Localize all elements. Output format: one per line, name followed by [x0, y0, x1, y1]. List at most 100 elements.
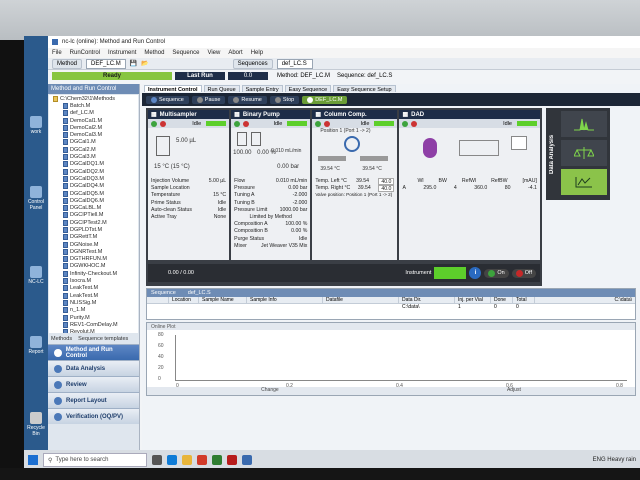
- method-file-item[interactable]: DGTHRFUN.M: [49, 256, 138, 263]
- cell-datafile[interactable]: [323, 304, 399, 311]
- task-view-icon[interactable]: [152, 455, 162, 465]
- method-file-item[interactable]: DGCalDQ2.M: [49, 168, 138, 175]
- view-method-run-control[interactable]: Method and Run Control: [48, 344, 139, 360]
- excel-icon[interactable]: [212, 455, 222, 465]
- tab-methods[interactable]: Methods: [51, 336, 72, 342]
- col-done[interactable]: Done: [491, 297, 513, 303]
- method-file-item[interactable]: DemoCal3.M: [49, 131, 138, 139]
- method-file-item[interactable]: REV1-ComDelay.M: [49, 321, 138, 328]
- plot-area[interactable]: 80 60 40 20 0 0 0.2 0.4 0.6 0.8: [158, 332, 627, 389]
- menu-sequence[interactable]: Sequence: [172, 50, 199, 56]
- method-file-item[interactable]: DemoCal1.M: [49, 117, 138, 124]
- menu-file[interactable]: File: [52, 50, 62, 56]
- method-file-item[interactable]: DGCal2.M: [49, 146, 138, 153]
- col-sample-info[interactable]: Sample Info: [247, 297, 323, 303]
- desktop-icon-control-panel[interactable]: Control Panel: [26, 186, 46, 211]
- edge-icon[interactable]: [167, 455, 177, 465]
- method-file-item[interactable]: Isocra.M: [49, 277, 138, 285]
- view-verification[interactable]: Verification (OQ/PV): [48, 408, 139, 424]
- tab-sequence-templates[interactable]: Sequence templates: [78, 336, 128, 342]
- method-file-item[interactable]: LeakTest.M: [49, 285, 138, 292]
- cell-sample-name[interactable]: [199, 304, 247, 311]
- desktop-icon-recycle-bin[interactable]: Recycle Bin: [26, 412, 46, 437]
- desktop-icon-nclc[interactable]: NC-LC: [26, 266, 46, 285]
- menu-help[interactable]: Help: [251, 50, 263, 56]
- resume-button[interactable]: Resume: [228, 95, 267, 104]
- stop-button[interactable]: Stop: [269, 95, 300, 104]
- method-file-item[interactable]: DGWKHOC.M: [49, 263, 138, 270]
- tab-run-queue[interactable]: Run Queue: [203, 85, 240, 93]
- method-file-item[interactable]: DGRettT.M: [49, 234, 138, 241]
- method-file-item[interactable]: DGCal3.M: [49, 153, 138, 161]
- method-file-item[interactable]: Purity.M: [49, 314, 138, 321]
- sequence-select[interactable]: def_LC.S: [276, 58, 313, 69]
- view-review[interactable]: Review: [48, 376, 139, 392]
- cell-data-dir[interactable]: C:\data\: [399, 304, 455, 311]
- method-file-item[interactable]: NLISSig.M: [49, 299, 138, 306]
- chromatogram-icon[interactable]: [561, 111, 607, 137]
- view-report-layout[interactable]: Report Layout: [48, 392, 139, 408]
- method-file-item[interactable]: DGCIPTiell.M: [49, 212, 138, 219]
- menu-method[interactable]: Method: [144, 50, 164, 56]
- method-file-item[interactable]: DGCIPTest2.M: [49, 219, 138, 226]
- method-file-item[interactable]: LeakTest.M: [49, 292, 138, 299]
- method-file-item[interactable]: DGCalDQ5.M: [49, 190, 138, 197]
- desktop-icon-report[interactable]: Report: [26, 336, 46, 355]
- view-data-analysis[interactable]: Data Analysis: [48, 360, 139, 376]
- openlab-icon[interactable]: [242, 455, 252, 465]
- module-multisampler[interactable]: ▦ Multisampler Idle 5.00 µL 15 °C (15 °C)…: [148, 110, 230, 260]
- module-binary-pump[interactable]: ▦ Binary Pump Idle 100.00 0.00 % 0.010 mL…: [231, 110, 311, 260]
- power-on-button[interactable]: On: [484, 268, 509, 278]
- method-file-item[interactable]: Batch.M: [49, 102, 138, 109]
- method-file-item[interactable]: DGCalDQ3.M: [49, 175, 138, 182]
- menu-instrument[interactable]: Instrument: [108, 50, 136, 56]
- method-file-item[interactable]: DGCal1.M: [49, 139, 138, 146]
- method-file-item[interactable]: Revolut.M: [49, 329, 138, 333]
- method-file-item[interactable]: DGCaLBL.M: [49, 204, 138, 212]
- tab-easy-sequence[interactable]: Easy Sequence: [284, 85, 332, 93]
- method-file-item[interactable]: DGNRTest.M: [49, 248, 138, 255]
- menu-view[interactable]: View: [207, 50, 220, 56]
- run-method-button[interactable]: DEF_LC.M: [302, 95, 348, 104]
- menu-runcontrol[interactable]: RunControl: [70, 50, 100, 56]
- pdf-icon[interactable]: [227, 455, 237, 465]
- method-file-item[interactable]: DGNoise.M: [49, 241, 138, 248]
- col-total[interactable]: Total: [513, 297, 535, 303]
- method-file-item[interactable]: DGPLDTst.M: [49, 226, 138, 233]
- method-file-item[interactable]: DemoCal2.M: [49, 124, 138, 131]
- col-inj-per-vial[interactable]: Inj. per Vial: [455, 297, 491, 303]
- method-file-item[interactable]: DGCalDQ4.M: [49, 183, 138, 190]
- col-data-dir[interactable]: Data Dir.: [399, 297, 455, 303]
- col-datafile[interactable]: Datafile: [323, 297, 399, 303]
- temp-right-setpoint[interactable]: 40.0: [378, 185, 395, 193]
- sequences-button[interactable]: Sequences: [232, 58, 273, 69]
- col-location[interactable]: Location: [169, 297, 199, 303]
- save-icon[interactable]: 💾: [130, 60, 137, 67]
- taskbar-search[interactable]: ⚲ Type here to search: [43, 453, 147, 467]
- col-sample-name[interactable]: Sample Name: [199, 297, 247, 303]
- pause-button[interactable]: Pause: [191, 95, 226, 104]
- open-icon[interactable]: 📂: [141, 60, 148, 67]
- tab-sample-entry[interactable]: Sample Entry: [241, 85, 283, 93]
- method-button[interactable]: Method: [52, 58, 83, 69]
- tab-instrument-control[interactable]: Instrument Control: [144, 85, 202, 93]
- change-button[interactable]: Change: [261, 387, 279, 395]
- method-file-item[interactable]: n_1.M: [49, 307, 138, 314]
- method-file-item[interactable]: def_LC.M: [49, 110, 138, 117]
- tree-root[interactable]: C:\Chem32\1\Methods: [49, 95, 138, 102]
- chrome-icon[interactable]: [197, 455, 207, 465]
- windows-start-icon[interactable]: [28, 455, 38, 465]
- cell-inj-per-vial[interactable]: 1: [455, 304, 491, 311]
- balance-icon[interactable]: [561, 140, 607, 166]
- desktop-icon-work[interactable]: work: [26, 116, 46, 135]
- adjust-button[interactable]: Adjust: [507, 387, 521, 395]
- cell-location[interactable]: [169, 304, 199, 311]
- info-icon[interactable]: i: [469, 267, 482, 279]
- method-file-item[interactable]: DGCalDQ1.M: [49, 161, 138, 168]
- method-select[interactable]: DEF_LC.M: [86, 58, 126, 69]
- table-row[interactable]: C:\data\ 1 0 0: [147, 304, 635, 311]
- menu-abort[interactable]: Abort: [228, 50, 242, 56]
- tab-easy-sequence-setup[interactable]: Easy Sequence Setup: [333, 85, 396, 93]
- sequence-button[interactable]: Sequence: [146, 95, 189, 104]
- method-file-item[interactable]: DGCalDQ6.M: [49, 197, 138, 204]
